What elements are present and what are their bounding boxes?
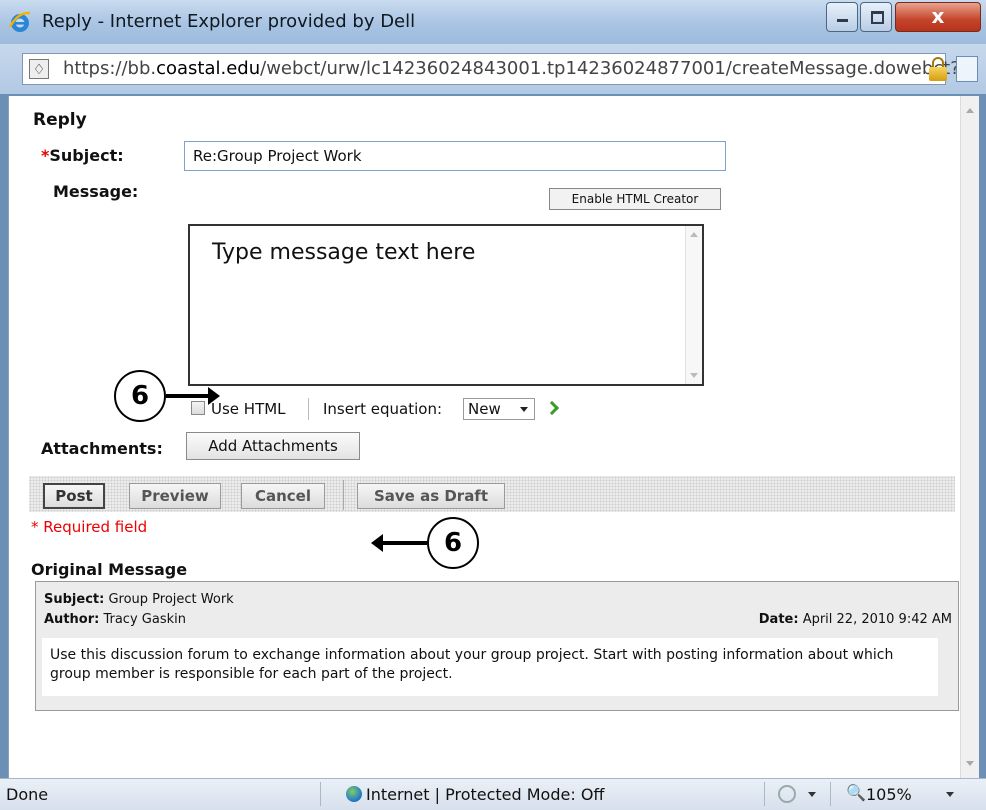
- original-subject-value: Group Project Work: [108, 592, 234, 607]
- cancel-button[interactable]: Cancel: [241, 483, 325, 509]
- step-callout: 6: [114, 370, 166, 422]
- message-label: Message:: [53, 182, 139, 201]
- original-message-text: Use this discussion forum to exchange in…: [50, 647, 894, 682]
- attachments-label: Attachments:: [41, 439, 163, 458]
- zoom-icon[interactable]: 🔍: [846, 783, 866, 802]
- url-text: https://bb.coastal.edu/webct/urw/lc14236…: [63, 58, 960, 79]
- original-subject-label: Subject:: [44, 592, 105, 607]
- subject-label-text: Subject:: [49, 146, 124, 165]
- equation-select[interactable]: New: [463, 398, 535, 420]
- step-callout: 6: [427, 517, 479, 569]
- reply-form: Reply *Subject: Message: Enable HTML Cre…: [19, 96, 963, 778]
- use-html-checkbox[interactable]: [191, 401, 205, 415]
- original-subject: Subject: Group Project Work: [44, 592, 234, 607]
- add-attachments-button[interactable]: Add Attachments: [186, 432, 360, 460]
- original-author-value: Tracy Gaskin: [103, 612, 186, 627]
- message-textarea[interactable]: Type message text here: [188, 224, 704, 386]
- divider: [308, 398, 309, 420]
- required-field-note: * Required field: [31, 518, 148, 536]
- url-path: /webct/urw/lc14236024843001.tp1423602487…: [260, 58, 960, 79]
- minimize-button[interactable]: [826, 2, 858, 32]
- window-title: Reply - Internet Explorer provided by De…: [42, 11, 416, 32]
- lock-icon[interactable]: [929, 57, 947, 81]
- callout-arrow: [371, 534, 427, 552]
- preview-button[interactable]: Preview: [129, 483, 221, 509]
- divider: [764, 782, 765, 806]
- status-text: Done: [6, 785, 49, 804]
- original-date: Date: April 22, 2010 9:42 AM: [759, 612, 952, 627]
- original-author: Author: Tracy Gaskin: [44, 612, 186, 627]
- globe-icon: [346, 786, 362, 802]
- action-bar: Post Preview Cancel Save as Draft: [29, 476, 955, 512]
- divider: [320, 782, 321, 806]
- message-scrollbar[interactable]: [685, 226, 702, 384]
- message-text: Type message text here: [212, 240, 476, 265]
- page-title: Reply: [33, 110, 87, 130]
- html-options-row: Use HTML Insert equation: New: [191, 398, 591, 422]
- address-bar: ♢ https://bb.coastal.edu/webct/urw/lc142…: [0, 44, 986, 94]
- divider: [343, 480, 344, 510]
- original-message-box: Subject: Group Project Work Author: Trac…: [35, 581, 959, 711]
- maximize-button[interactable]: [860, 2, 892, 32]
- post-button[interactable]: Post: [43, 483, 105, 509]
- chevron-down-icon: [520, 407, 528, 412]
- chevron-down-icon[interactable]: [808, 792, 816, 797]
- security-zone[interactable]: Internet | Protected Mode: Off: [366, 785, 604, 804]
- subject-input[interactable]: [184, 141, 726, 171]
- callout-arrow: [166, 387, 220, 405]
- save-draft-button[interactable]: Save as Draft: [357, 483, 505, 509]
- chevron-down-icon[interactable]: [946, 792, 954, 797]
- original-date-value: April 22, 2010 9:42 AM: [802, 612, 952, 627]
- url-field[interactable]: ♢ https://bb.coastal.edu/webct/urw/lc142…: [22, 53, 960, 85]
- zoom-level[interactable]: 105%: [866, 785, 912, 804]
- go-arrow-icon[interactable]: [545, 402, 559, 416]
- site-icon: ♢: [29, 59, 49, 79]
- content-frame: Reply *Subject: Message: Enable HTML Cre…: [8, 96, 979, 778]
- equation-select-value: New: [468, 400, 501, 418]
- close-icon: x: [931, 4, 945, 28]
- original-date-label: Date:: [758, 612, 799, 627]
- ie-logo-icon: [8, 11, 31, 32]
- insert-equation-label: Insert equation:: [323, 400, 443, 418]
- window-titlebar: Reply - Internet Explorer provided by De…: [0, 0, 986, 44]
- subject-label: *Subject:: [41, 146, 124, 165]
- original-message-heading: Original Message: [31, 560, 188, 579]
- enable-html-creator-button[interactable]: Enable HTML Creator: [549, 188, 721, 210]
- close-button[interactable]: x: [895, 2, 981, 32]
- url-prefix: https://bb.: [63, 58, 157, 79]
- use-html-label: Use HTML: [211, 400, 286, 418]
- page-scrollbar[interactable]: [960, 96, 979, 778]
- original-message-body: Use this discussion forum to exchange in…: [42, 638, 938, 696]
- url-domain: coastal.edu: [156, 58, 261, 79]
- status-bar: Done Internet | Protected Mode: Off 🔍 10…: [0, 778, 986, 810]
- original-author-label: Author:: [44, 612, 100, 627]
- compatibility-view-icon[interactable]: [956, 56, 978, 82]
- security-icon[interactable]: [778, 785, 796, 803]
- divider: [830, 782, 831, 806]
